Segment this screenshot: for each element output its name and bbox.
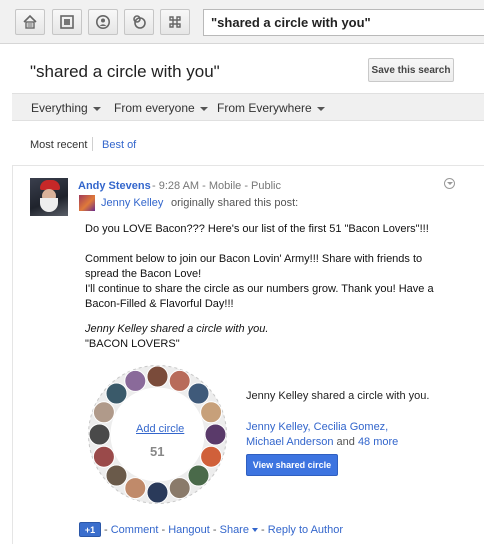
sort-best-of-link[interactable]: Best of	[102, 139, 136, 151]
chevron-down-icon	[92, 106, 101, 111]
chevron-down-icon	[251, 528, 258, 533]
chevron-down-icon	[316, 106, 325, 111]
shared-note: originally shared this post:	[171, 197, 299, 209]
chevron-down-icon	[199, 106, 208, 111]
share-label: Share	[219, 524, 249, 536]
page-title: "shared a circle with you"	[30, 62, 220, 81]
filter-bar: Everything From everyone From Everywhere	[12, 93, 484, 121]
add-circle-link[interactable]: Add circle	[136, 423, 184, 435]
games-icon[interactable]	[160, 9, 190, 35]
post-text-line: I'll continue to share the circle as our…	[85, 283, 434, 295]
post-author-link[interactable]: Andy Stevens	[78, 180, 151, 192]
member-photo	[105, 464, 128, 487]
circle-name: "BACON LOVERS"	[85, 338, 180, 350]
member-photo	[146, 481, 169, 504]
member-photo	[187, 382, 210, 405]
member-photo	[92, 445, 115, 468]
filter-from-everywhere-dropdown[interactable]: From Everywhere	[217, 101, 325, 115]
sort-divider	[92, 137, 93, 151]
and-word: and	[336, 436, 355, 448]
member-photo	[92, 401, 115, 424]
comment-link[interactable]: Comment	[111, 524, 159, 536]
photos-icon[interactable]	[52, 9, 82, 35]
top-nav-bar	[0, 0, 484, 44]
post-meta: - 9:28 AM - Mobile - Public	[152, 180, 281, 192]
member-photo	[200, 401, 223, 424]
search-input[interactable]	[203, 9, 484, 36]
member-photo	[168, 369, 191, 392]
circle-members-link[interactable]: Jenny Kelley, Cecilia Gomez,	[246, 421, 388, 433]
view-shared-circle-button[interactable]: View shared circle	[246, 454, 338, 476]
share-link[interactable]: Share	[220, 524, 258, 536]
filter-label: From everyone	[114, 101, 195, 115]
plus-one-button[interactable]: +1	[79, 522, 101, 537]
stream-icon[interactable]	[15, 9, 45, 35]
avatar[interactable]	[79, 195, 95, 211]
member-photo	[124, 477, 147, 500]
filter-everything-dropdown[interactable]: Everything	[31, 101, 101, 115]
chevron-down-icon[interactable]	[444, 178, 455, 189]
post-actions: - Comment - Hangout - Share - Reply to A…	[104, 524, 343, 536]
circle-members: Jenny Kelley, Cecilia Gomez, Michael And…	[246, 420, 398, 450]
post-rule	[12, 166, 13, 544]
member-photo	[105, 382, 128, 405]
filter-from-everyone-dropdown[interactable]: From everyone	[114, 101, 208, 115]
post-text-line: spread the Bacon Love!	[85, 268, 202, 280]
reply-to-author-link[interactable]: Reply to Author	[268, 524, 343, 536]
member-photo	[200, 445, 223, 468]
post-text-line: Comment below to join our Bacon Lovin' A…	[85, 253, 423, 265]
filter-label: From Everywhere	[217, 101, 312, 115]
post-text-line: Do you LOVE Bacon??? Here's our list of …	[85, 223, 429, 235]
filter-label: Everything	[31, 101, 88, 115]
save-search-button[interactable]: Save this search	[368, 58, 454, 82]
avatar[interactable]	[30, 178, 68, 216]
post-text-line: Bacon-Filled & Flavorful Day!!!	[85, 298, 234, 310]
circle-members-link[interactable]: Michael Anderson	[246, 436, 333, 448]
profile-icon[interactable]	[88, 9, 118, 35]
sort-most-recent[interactable]: Most recent	[30, 139, 87, 151]
more-members-link[interactable]: 48 more	[358, 436, 398, 448]
post-text-line: Jenny Kelley shared a circle with you.	[85, 323, 269, 335]
member-photo	[168, 477, 191, 500]
member-photo	[187, 464, 210, 487]
original-sharer-link[interactable]: Jenny Kelley	[101, 197, 163, 209]
circle-title: Jenny Kelley shared a circle with you.	[246, 390, 430, 402]
member-photo	[146, 365, 169, 388]
hangout-link[interactable]: Hangout	[168, 524, 210, 536]
member-photo	[88, 423, 111, 446]
circle-member-count: 51	[150, 444, 165, 459]
circles-icon[interactable]	[124, 9, 154, 35]
member-photo	[124, 369, 147, 392]
member-photo	[204, 423, 227, 446]
